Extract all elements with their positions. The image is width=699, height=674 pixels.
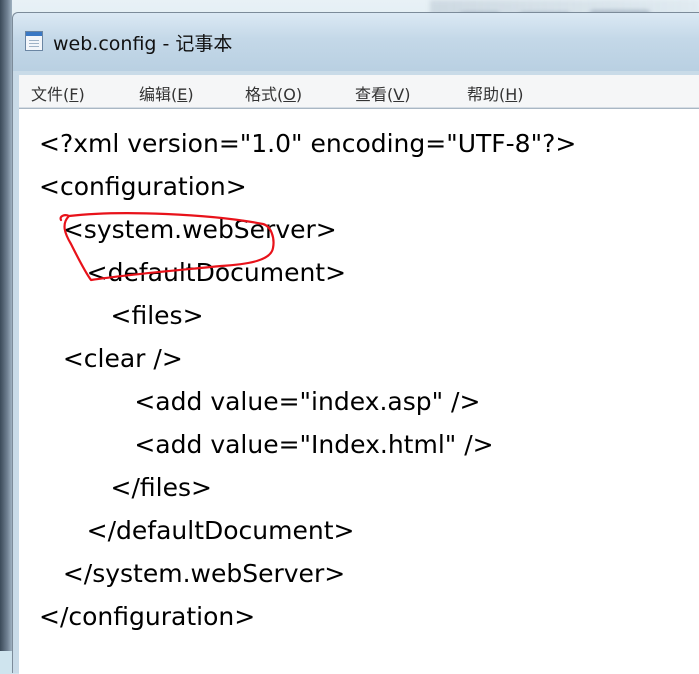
code-line: <clear /> xyxy=(39,344,183,373)
menu-file-suffix: ) xyxy=(78,85,85,104)
code-line: <add value="index.asp" /> xyxy=(39,387,481,416)
window-title: web.config - 记事本 xyxy=(53,33,233,55)
menu-view[interactable]: 查看(V) xyxy=(355,81,410,105)
code-line: </configuration> xyxy=(39,602,256,631)
code-line: </files> xyxy=(39,473,212,502)
menu-file[interactable]: 文件(F) xyxy=(31,81,85,105)
menu-view-suffix: ) xyxy=(404,85,411,104)
code-line: <add value="Index.html" /> xyxy=(39,430,494,459)
code-line: <files> xyxy=(39,301,204,330)
red-highlight-annotation xyxy=(59,212,275,282)
annotation-stroke xyxy=(59,212,275,282)
title-bar[interactable]: web.config - 记事本 xyxy=(13,13,699,71)
menu-help-accel: H xyxy=(505,85,518,104)
menu-help-label: 帮助( xyxy=(467,85,506,104)
menu-help[interactable]: 帮助(H) xyxy=(467,81,524,105)
menu-view-accel: V xyxy=(393,85,405,104)
code-line: </system.webServer> xyxy=(39,559,346,588)
menu-file-label: 文件( xyxy=(31,85,70,104)
menu-edit[interactable]: 编辑(E) xyxy=(139,81,194,105)
notepad-icon xyxy=(25,31,43,51)
menu-format-suffix: ) xyxy=(295,85,303,104)
code-line: <configuration> xyxy=(39,172,247,201)
menu-help-suffix: ) xyxy=(517,85,524,104)
menu-format-label: 格式( xyxy=(245,85,284,104)
screen-left-edge xyxy=(0,0,12,651)
text-editor-area[interactable]: <?xml version="1.0" encoding="UTF-8"?> <… xyxy=(19,108,699,674)
menu-format-accel: O xyxy=(283,85,296,104)
menu-format[interactable]: 格式(O) xyxy=(245,81,302,105)
code-line: <?xml version="1.0" encoding="UTF-8"?> xyxy=(39,129,577,158)
notepad-window: web.config - 记事本 文件(F) 编辑(E) 格式(O) 查看(V)… xyxy=(12,12,699,674)
menu-edit-label: 编辑( xyxy=(139,85,178,104)
menu-edit-suffix: ) xyxy=(187,85,194,104)
code-line: </defaultDocument> xyxy=(39,516,355,545)
menu-edit-accel: E xyxy=(177,85,188,104)
menu-view-label: 查看( xyxy=(355,85,394,104)
menu-bar: 文件(F) 编辑(E) 格式(O) 查看(V) 帮助(H) xyxy=(19,75,699,108)
